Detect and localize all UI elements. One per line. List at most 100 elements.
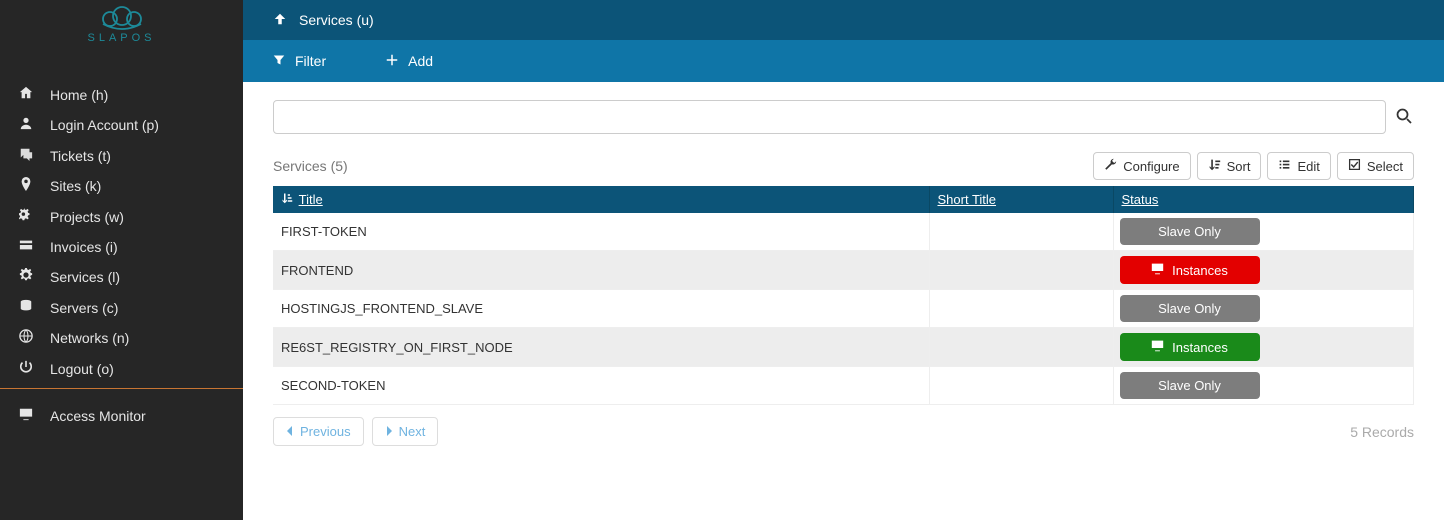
status-label: Slave Only	[1158, 378, 1221, 393]
sidebar-item-label: Tickets (t)	[50, 145, 111, 167]
status-badge[interactable]: Instances	[1120, 333, 1260, 361]
wrench-icon	[1104, 158, 1117, 174]
search-row	[273, 100, 1414, 134]
sidebar-item-tickets[interactable]: Tickets (t)	[0, 141, 243, 171]
list-header-row: Services (5) Configure Sort Edit Select	[273, 152, 1414, 180]
nav: Home (h) Login Account (p) Tickets (t) S…	[0, 50, 243, 435]
map-pin-icon	[18, 175, 34, 197]
sidebar-item-label: Projects (w)	[50, 206, 124, 228]
search-input[interactable]	[273, 100, 1386, 134]
check-square-icon	[1348, 158, 1361, 174]
gears-icon	[18, 206, 34, 228]
sort-button[interactable]: Sort	[1197, 152, 1262, 180]
brand-logo: SLAPOS	[0, 0, 243, 50]
user-icon	[18, 114, 34, 136]
sidebar-item-logout[interactable]: Logout (o)	[0, 354, 243, 384]
caret-left-icon	[286, 424, 294, 439]
filter-label: Filter	[295, 53, 326, 69]
sidebar-item-login-account[interactable]: Login Account (p)	[0, 110, 243, 140]
configure-label: Configure	[1123, 159, 1179, 174]
select-button[interactable]: Select	[1337, 152, 1414, 180]
sidebar-item-label: Servers (c)	[50, 297, 118, 319]
select-label: Select	[1367, 159, 1403, 174]
configure-button[interactable]: Configure	[1093, 152, 1190, 180]
breadcrumb-bar: Services (u)	[243, 0, 1444, 40]
cloud-logo-icon	[92, 6, 152, 34]
cell-short-title[interactable]	[929, 290, 1113, 328]
cell-status: Slave Only	[1113, 290, 1414, 328]
table-row[interactable]: RE6ST_REGISTRY_ON_FIRST_NODE Instances	[273, 328, 1414, 367]
cell-title[interactable]: HOSTINGJS_FRONTEND_SLAVE	[273, 290, 929, 328]
sort-asc-icon	[281, 192, 297, 207]
status-badge[interactable]: Instances	[1120, 256, 1260, 284]
add-action[interactable]: Add	[386, 53, 433, 69]
cell-status: Instances	[1113, 251, 1414, 290]
database-icon	[18, 297, 34, 319]
power-icon	[18, 358, 34, 380]
pager: Previous Next	[273, 417, 438, 446]
desktop-icon	[1151, 339, 1164, 355]
sidebar-item-servers[interactable]: Servers (c)	[0, 293, 243, 323]
cell-short-title[interactable]	[929, 367, 1113, 405]
column-header-short-title[interactable]: Short Title	[929, 186, 1113, 213]
sort-icon	[1208, 158, 1221, 174]
next-label: Next	[399, 424, 426, 439]
sidebar-item-label: Home (h)	[50, 84, 108, 106]
breadcrumb-title[interactable]: Services (u)	[299, 12, 374, 28]
cell-short-title[interactable]	[929, 328, 1113, 367]
plus-icon	[386, 53, 398, 69]
sidebar-item-access-monitor[interactable]: Access Monitor	[0, 397, 243, 435]
search-icon	[1396, 108, 1412, 124]
table-row[interactable]: FIRST-TOKEN Slave Only	[273, 213, 1414, 251]
cell-title[interactable]: FIRST-TOKEN	[273, 213, 929, 251]
status-badge[interactable]: Slave Only	[1120, 218, 1260, 245]
cell-title[interactable]: RE6ST_REGISTRY_ON_FIRST_NODE	[273, 328, 929, 367]
status-label: Instances	[1172, 263, 1228, 278]
status-label: Slave Only	[1158, 301, 1221, 316]
sidebar-item-networks[interactable]: Networks (n)	[0, 323, 243, 353]
sidebar-item-invoices[interactable]: Invoices (i)	[0, 232, 243, 262]
search-button[interactable]	[1394, 108, 1414, 127]
status-label: Instances	[1172, 340, 1228, 355]
edit-button[interactable]: Edit	[1267, 152, 1330, 180]
sidebar-item-services[interactable]: Services (l)	[0, 262, 243, 292]
sidebar-divider	[0, 388, 243, 389]
sidebar-item-label: Services (l)	[50, 266, 120, 288]
sidebar-item-label: Networks (n)	[50, 327, 129, 349]
sidebar-item-sites[interactable]: Sites (k)	[0, 171, 243, 201]
sidebar-item-home[interactable]: Home (h)	[0, 80, 243, 110]
table-row[interactable]: FRONTEND Instances	[273, 251, 1414, 290]
sidebar-item-label: Logout (o)	[50, 358, 114, 380]
next-button[interactable]: Next	[372, 417, 439, 446]
cell-short-title[interactable]	[929, 213, 1113, 251]
sidebar-item-label: Access Monitor	[50, 405, 146, 427]
up-arrow-icon[interactable]	[273, 12, 287, 29]
caret-right-icon	[385, 424, 393, 439]
services-table: Title Short Title Status FIRST-TOKEN Slav…	[273, 186, 1414, 405]
cell-title[interactable]: SECOND-TOKEN	[273, 367, 929, 405]
column-header-title[interactable]: Title	[273, 186, 929, 213]
list-count: Services (5)	[273, 158, 348, 174]
add-label: Add	[408, 53, 433, 69]
previous-button[interactable]: Previous	[273, 417, 364, 446]
edit-label: Edit	[1297, 159, 1319, 174]
cell-short-title[interactable]	[929, 251, 1113, 290]
action-bar: Filter Add	[243, 40, 1444, 82]
cell-title[interactable]: FRONTEND	[273, 251, 929, 290]
column-header-status[interactable]: Status	[1113, 186, 1414, 213]
cell-status: Slave Only	[1113, 213, 1414, 251]
table-row[interactable]: HOSTINGJS_FRONTEND_SLAVE Slave Only	[273, 290, 1414, 328]
cell-status: Instances	[1113, 328, 1414, 367]
cog-icon	[18, 266, 34, 288]
sidebar-item-projects[interactable]: Projects (w)	[0, 202, 243, 232]
table-header-row: Title Short Title Status	[273, 186, 1414, 213]
status-badge[interactable]: Slave Only	[1120, 295, 1260, 322]
home-icon	[18, 84, 34, 106]
sidebar-item-label: Invoices (i)	[50, 236, 118, 258]
status-badge[interactable]: Slave Only	[1120, 372, 1260, 399]
desktop-icon	[1151, 262, 1164, 278]
sidebar: SLAPOS Home (h) Login Account (p) Ticket…	[0, 0, 243, 520]
filter-action[interactable]: Filter	[273, 53, 326, 69]
pager-row: Previous Next 5 Records	[273, 417, 1414, 446]
table-row[interactable]: SECOND-TOKEN Slave Only	[273, 367, 1414, 405]
